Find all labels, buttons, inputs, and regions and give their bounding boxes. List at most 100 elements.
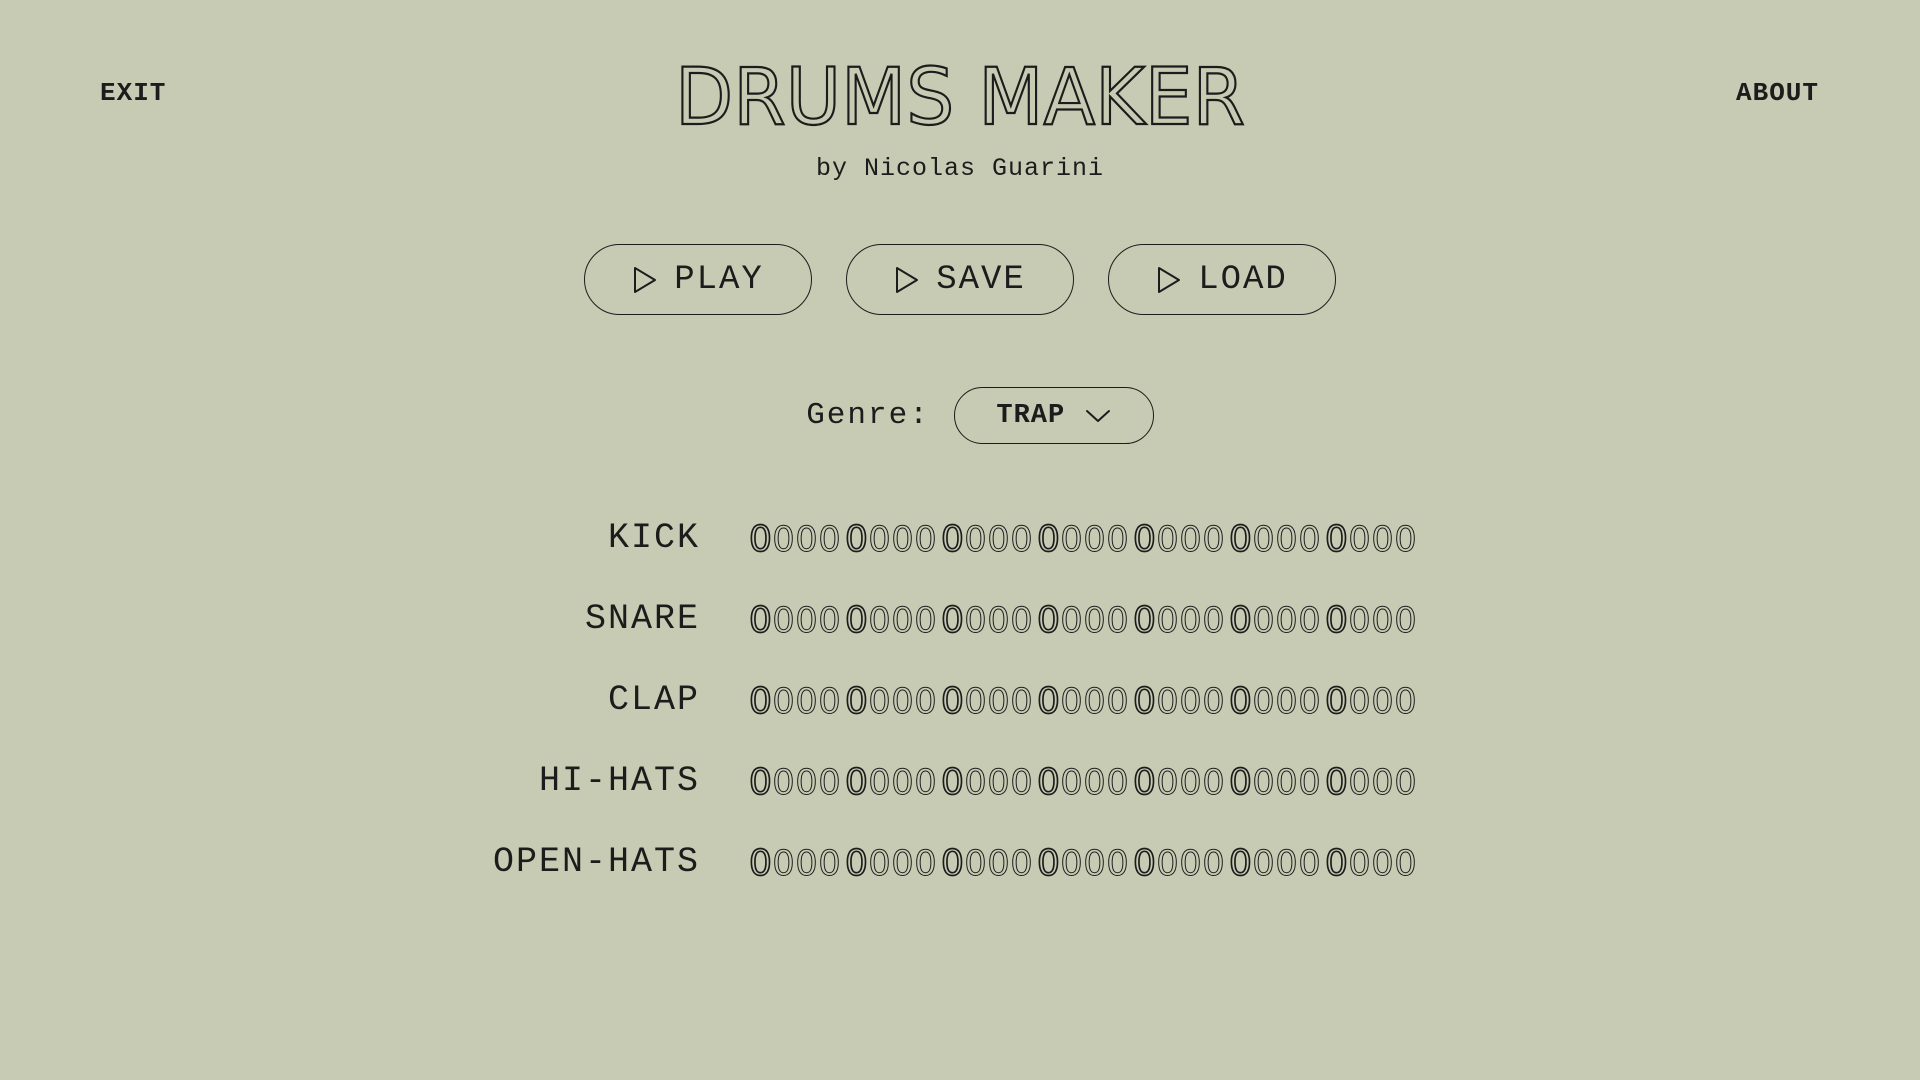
step-toggle[interactable]: 0 xyxy=(1156,844,1179,885)
step-toggle[interactable]: 0 xyxy=(1083,844,1106,885)
step-toggle[interactable]: 0 xyxy=(1132,762,1157,804)
step-toggle[interactable]: 0 xyxy=(1228,519,1253,561)
step-toggle[interactable]: 0 xyxy=(1060,844,1083,885)
step-toggle[interactable]: 0 xyxy=(1324,681,1349,723)
step-toggle[interactable]: 0 xyxy=(818,763,841,804)
step-toggle[interactable]: 0 xyxy=(964,844,987,885)
step-toggle[interactable]: 0 xyxy=(1010,763,1033,804)
step-toggle[interactable]: 0 xyxy=(1106,844,1129,885)
step-toggle[interactable]: 0 xyxy=(1179,844,1202,885)
step-toggle[interactable]: 0 xyxy=(1010,844,1033,885)
step-toggle[interactable]: 0 xyxy=(1298,682,1321,723)
step-toggle[interactable]: 0 xyxy=(1252,520,1275,561)
step-toggle[interactable]: 0 xyxy=(987,520,1010,561)
step-toggle[interactable]: 0 xyxy=(1036,762,1061,804)
step-toggle[interactable]: 0 xyxy=(1275,520,1298,561)
step-toggle[interactable]: 0 xyxy=(1298,520,1321,561)
step-toggle[interactable]: 0 xyxy=(818,520,841,561)
step-toggle[interactable]: 0 xyxy=(1298,601,1321,642)
step-toggle[interactable]: 0 xyxy=(1106,520,1129,561)
step-toggle[interactable]: 0 xyxy=(1275,763,1298,804)
step-toggle[interactable]: 0 xyxy=(1106,682,1129,723)
step-toggle[interactable]: 0 xyxy=(795,763,818,804)
step-toggle[interactable]: 0 xyxy=(964,520,987,561)
step-toggle[interactable]: 0 xyxy=(1156,601,1179,642)
step-toggle[interactable]: 0 xyxy=(1202,520,1225,561)
step-toggle[interactable]: 0 xyxy=(964,601,987,642)
step-toggle[interactable]: 0 xyxy=(795,682,818,723)
genre-select[interactable]: TRAP xyxy=(953,387,1154,444)
step-toggle[interactable]: 0 xyxy=(940,600,965,642)
step-toggle[interactable]: 0 xyxy=(868,682,891,723)
step-toggle[interactable]: 0 xyxy=(1106,601,1129,642)
play-button[interactable]: PLAY xyxy=(584,244,812,315)
step-toggle[interactable]: 0 xyxy=(1156,520,1179,561)
step-toggle[interactable]: 0 xyxy=(868,844,891,885)
step-toggle[interactable]: 0 xyxy=(1202,844,1225,885)
step-toggle[interactable]: 0 xyxy=(844,600,869,642)
step-toggle[interactable]: 0 xyxy=(1348,682,1371,723)
step-toggle[interactable]: 0 xyxy=(1275,601,1298,642)
step-toggle[interactable]: 0 xyxy=(1036,843,1061,885)
step-toggle[interactable]: 0 xyxy=(1228,600,1253,642)
step-toggle[interactable]: 0 xyxy=(1275,844,1298,885)
step-toggle[interactable]: 0 xyxy=(1202,763,1225,804)
step-toggle[interactable]: 0 xyxy=(1371,763,1394,804)
step-toggle[interactable]: 0 xyxy=(844,843,869,885)
step-toggle[interactable]: 0 xyxy=(1132,681,1157,723)
step-toggle[interactable]: 0 xyxy=(1060,520,1083,561)
step-toggle[interactable]: 0 xyxy=(1202,682,1225,723)
step-toggle[interactable]: 0 xyxy=(1324,843,1349,885)
step-toggle[interactable]: 0 xyxy=(844,762,869,804)
step-toggle[interactable]: 0 xyxy=(940,762,965,804)
step-toggle[interactable]: 0 xyxy=(1132,600,1157,642)
step-toggle[interactable]: 0 xyxy=(1036,519,1061,561)
load-button[interactable]: LOAD xyxy=(1108,244,1336,315)
step-toggle[interactable]: 0 xyxy=(795,520,818,561)
step-toggle[interactable]: 0 xyxy=(1083,763,1106,804)
step-toggle[interactable]: 0 xyxy=(914,682,937,723)
step-toggle[interactable]: 0 xyxy=(772,682,795,723)
step-toggle[interactable]: 0 xyxy=(1106,763,1129,804)
step-toggle[interactable]: 0 xyxy=(987,682,1010,723)
step-toggle[interactable]: 0 xyxy=(748,681,773,723)
step-toggle[interactable]: 0 xyxy=(1394,844,1417,885)
step-toggle[interactable]: 0 xyxy=(1348,763,1371,804)
step-toggle[interactable]: 0 xyxy=(1252,763,1275,804)
step-toggle[interactable]: 0 xyxy=(1394,601,1417,642)
step-toggle[interactable]: 0 xyxy=(1394,682,1417,723)
step-toggle[interactable]: 0 xyxy=(772,601,795,642)
step-toggle[interactable]: 0 xyxy=(868,601,891,642)
step-toggle[interactable]: 0 xyxy=(1371,682,1394,723)
step-toggle[interactable]: 0 xyxy=(1252,601,1275,642)
step-toggle[interactable]: 0 xyxy=(772,844,795,885)
step-toggle[interactable]: 0 xyxy=(1179,520,1202,561)
step-toggle[interactable]: 0 xyxy=(772,520,795,561)
step-toggle[interactable]: 0 xyxy=(891,601,914,642)
step-toggle[interactable]: 0 xyxy=(914,844,937,885)
step-toggle[interactable]: 0 xyxy=(1394,520,1417,561)
step-toggle[interactable]: 0 xyxy=(1324,519,1349,561)
step-toggle[interactable]: 0 xyxy=(987,844,1010,885)
step-toggle[interactable]: 0 xyxy=(1010,520,1033,561)
step-toggle[interactable]: 0 xyxy=(891,520,914,561)
step-toggle[interactable]: 0 xyxy=(844,681,869,723)
step-toggle[interactable]: 0 xyxy=(1348,601,1371,642)
step-toggle[interactable]: 0 xyxy=(891,682,914,723)
step-toggle[interactable]: 0 xyxy=(1132,843,1157,885)
step-toggle[interactable]: 0 xyxy=(987,763,1010,804)
step-toggle[interactable]: 0 xyxy=(940,843,965,885)
step-toggle[interactable]: 0 xyxy=(748,843,773,885)
step-toggle[interactable]: 0 xyxy=(1179,682,1202,723)
step-toggle[interactable]: 0 xyxy=(964,763,987,804)
step-toggle[interactable]: 0 xyxy=(1228,681,1253,723)
step-toggle[interactable]: 0 xyxy=(1083,601,1106,642)
step-toggle[interactable]: 0 xyxy=(795,601,818,642)
step-toggle[interactable]: 0 xyxy=(748,762,773,804)
step-toggle[interactable]: 0 xyxy=(1156,682,1179,723)
step-toggle[interactable]: 0 xyxy=(1036,600,1061,642)
step-toggle[interactable]: 0 xyxy=(772,763,795,804)
step-toggle[interactable]: 0 xyxy=(748,519,773,561)
step-toggle[interactable]: 0 xyxy=(1252,844,1275,885)
step-toggle[interactable]: 0 xyxy=(1156,763,1179,804)
